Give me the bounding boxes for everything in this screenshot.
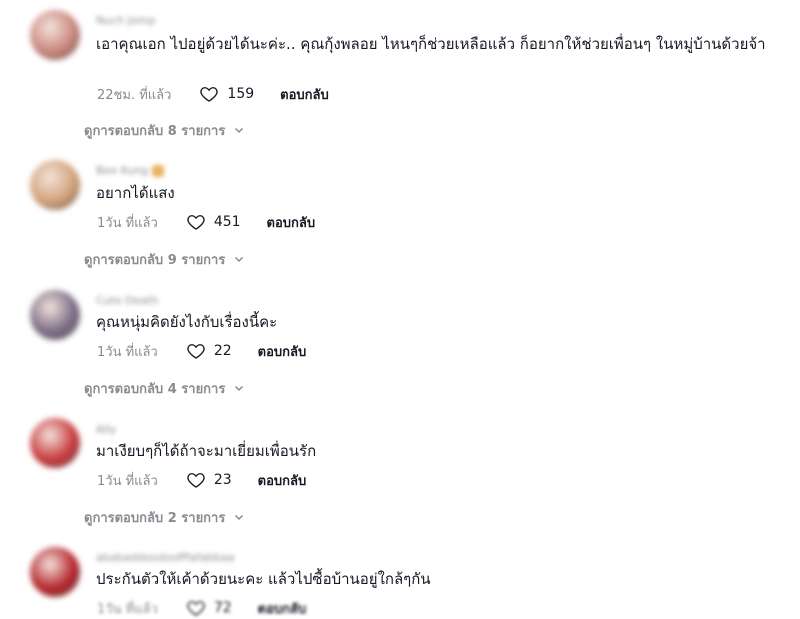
comment-meta: 1วัน ที่แล้ว 72 ตอบกลับ <box>97 598 306 618</box>
comment-meta: 1วัน ที่แล้ว 451 ตอบกลับ <box>97 212 315 232</box>
like-count: 22 <box>213 343 232 359</box>
comment-meta: 1วัน ที่แล้ว 22 ตอบกลับ <box>97 341 306 361</box>
avatar[interactable] <box>30 10 80 60</box>
reply-button[interactable]: ตอบกลับ <box>258 470 307 491</box>
view-replies-label: ดูการตอบกลับ 2 รายการ <box>84 510 226 526</box>
view-replies-button[interactable]: ดูการตอบกลับ 9 รายการ <box>84 249 245 269</box>
view-replies-label: ดูการตอบกลับ 9 รายการ <box>84 252 226 268</box>
reply-button[interactable]: ตอบกลับ <box>258 598 307 619</box>
like-count: 451 <box>213 214 241 230</box>
comment-time: 1วัน ที่แล้ว <box>97 473 158 489</box>
like-button[interactable]: 23 <box>186 470 232 490</box>
comment-username[interactable]: Nuch Jomp <box>96 14 155 27</box>
comment-time: 1วัน ที่แล้ว <box>97 215 158 231</box>
heart-icon <box>200 87 219 102</box>
comment-text: ประกันตัวให้เค้าด้วยนะคะ แล้วไปซื้อบ้านอ… <box>96 570 431 588</box>
comment-meta: 22ชม. ที่แล้ว 159 ตอบกลับ <box>97 84 329 104</box>
like-button[interactable]: 22 <box>186 341 232 361</box>
view-replies-label: ดูการตอบกลับ 4 รายการ <box>84 381 226 397</box>
comment-text: คุณหนุ่มคิดยังไงกับเรื่องนี้คะ <box>96 313 278 331</box>
reply-button[interactable]: ตอบกลับ <box>280 84 329 105</box>
emoji-icon <box>152 165 165 177</box>
chevron-down-icon <box>235 256 244 263</box>
heart-icon <box>187 473 205 488</box>
heart-icon <box>187 215 205 230</box>
comment-username[interactable]: Bee Kung <box>96 164 165 177</box>
like-button[interactable]: 72 <box>186 598 232 618</box>
chevron-down-icon <box>235 514 244 521</box>
view-replies-button[interactable]: ดูการตอบกลับ 2 รายการ <box>84 507 245 527</box>
avatar[interactable] <box>30 160 80 210</box>
like-button[interactable]: 451 <box>186 212 241 232</box>
comment-username[interactable]: Ally <box>96 423 116 436</box>
heart-icon <box>187 601 205 616</box>
like-button[interactable]: 159 <box>199 84 254 104</box>
avatar[interactable] <box>30 547 80 597</box>
like-count: 159 <box>227 86 255 102</box>
like-count: 23 <box>213 472 232 488</box>
comment-text: มาเงียบๆก็ได้ถ้าจะมาเยี่ยมเพื่อนรัก <box>96 442 317 460</box>
comment-time: 1วัน ที่แล้ว <box>97 601 158 617</box>
reply-button[interactable]: ตอบกลับ <box>267 212 316 233</box>
view-replies-button[interactable]: ดูการตอบกลับ 8 รายการ <box>84 120 245 140</box>
comment-username[interactable]: ababaddoodoofffafabbaa <box>96 551 234 564</box>
view-replies-label: ดูการตอบกลับ 8 รายการ <box>84 123 226 139</box>
chevron-down-icon <box>235 385 244 392</box>
reply-button[interactable]: ตอบกลับ <box>258 341 307 362</box>
view-replies-button[interactable]: ดูการตอบกลับ 4 รายการ <box>84 378 245 398</box>
avatar[interactable] <box>30 418 80 468</box>
comment-meta: 1วัน ที่แล้ว 23 ตอบกลับ <box>97 470 306 490</box>
comment-text: อยากได้แสง <box>96 184 175 202</box>
chevron-down-icon <box>235 127 244 134</box>
comment-username[interactable]: Cute Death <box>96 294 159 307</box>
comment-time: 1วัน ที่แล้ว <box>97 344 158 360</box>
heart-icon <box>187 344 205 359</box>
like-count: 72 <box>213 600 232 616</box>
avatar[interactable] <box>30 290 80 340</box>
comment-time: 22ชม. ที่แล้ว <box>97 87 172 103</box>
comment-text: เอาคุณเอก ไปอยู่ด้วยได้นะค่ะ.. คุณกุ้งพล… <box>96 35 766 53</box>
